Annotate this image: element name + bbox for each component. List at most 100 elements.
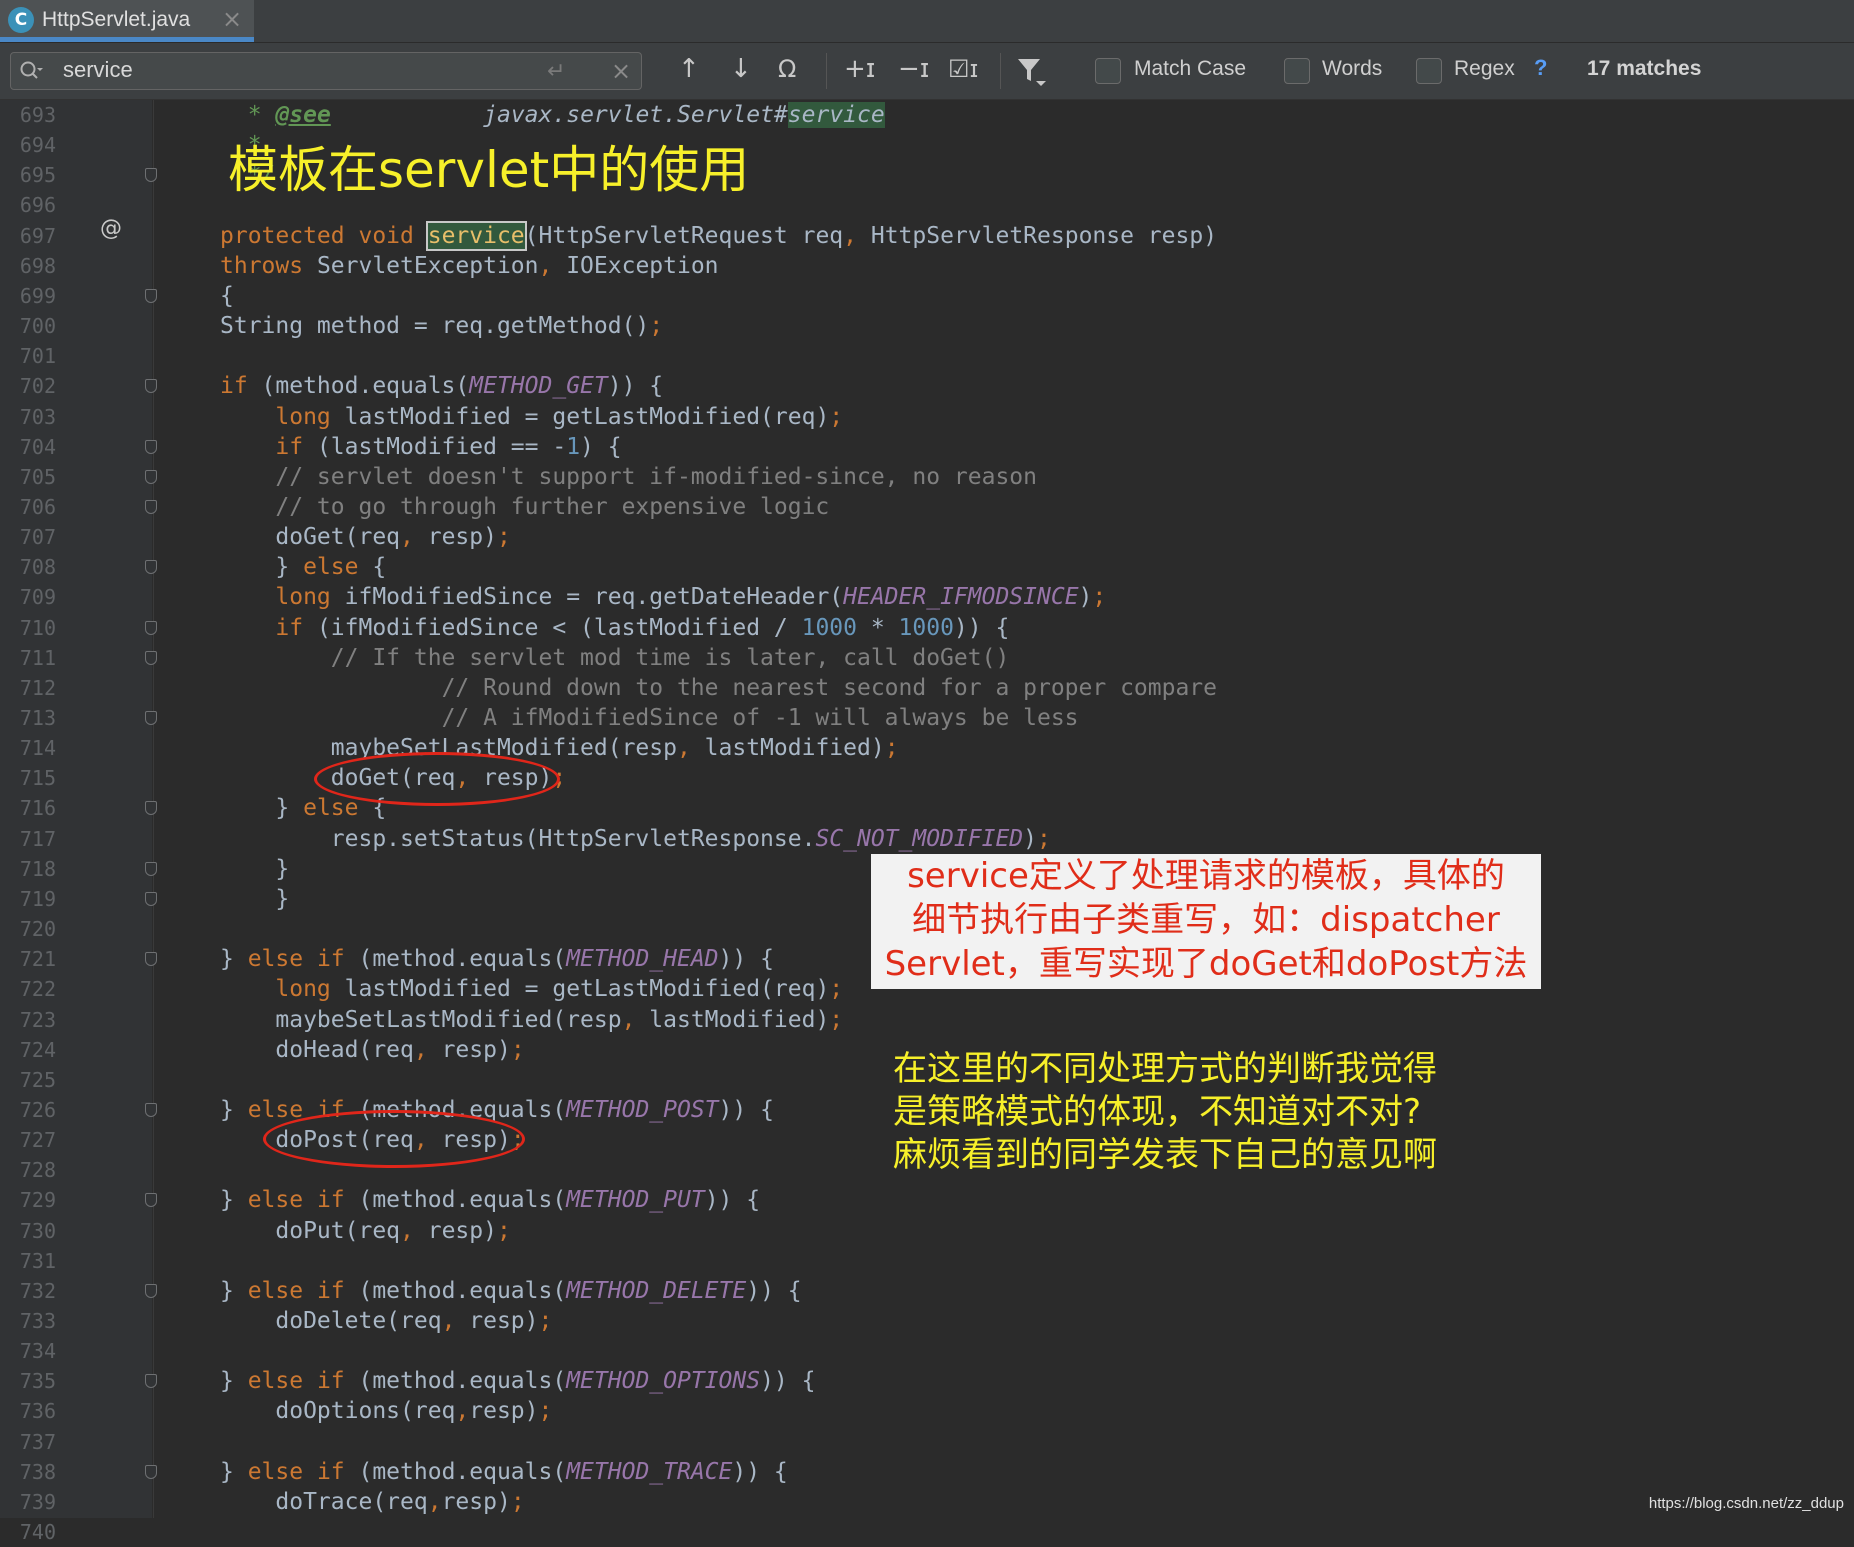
line-number[interactable]: 728 <box>12 1155 56 1185</box>
fold-marker-icon[interactable] <box>145 499 157 514</box>
code-line[interactable]: // A ifModifiedSince of -1 will always b… <box>220 703 1079 733</box>
close-tab-icon[interactable]: × <box>222 5 242 33</box>
line-number[interactable]: 729 <box>12 1185 56 1215</box>
line-number[interactable]: 699 <box>12 281 56 311</box>
fold-marker-icon[interactable] <box>145 952 157 967</box>
words-checkbox[interactable] <box>1284 58 1310 84</box>
fold-marker-icon[interactable] <box>145 801 157 816</box>
fold-marker-icon[interactable] <box>145 560 157 575</box>
code-line[interactable]: doGet(req, resp); <box>220 522 510 552</box>
line-number[interactable]: 721 <box>12 944 56 974</box>
code-line[interactable]: doTrace(req,resp); <box>220 1487 524 1517</box>
line-number[interactable]: 709 <box>12 582 56 612</box>
clear-search-icon[interactable]: × <box>611 57 631 85</box>
line-number[interactable]: 715 <box>12 763 56 793</box>
code-line[interactable]: protected void service(HttpServletReques… <box>220 220 1217 251</box>
line-number[interactable]: 717 <box>12 824 56 854</box>
line-number[interactable]: 718 <box>12 854 56 884</box>
fold-marker-icon[interactable] <box>145 288 157 303</box>
line-number[interactable]: 731 <box>12 1246 56 1276</box>
line-number[interactable]: 710 <box>12 613 56 643</box>
code-line[interactable]: } else if (method.equals(METHOD_HEAD)) { <box>220 944 774 974</box>
line-number[interactable]: 739 <box>12 1487 56 1517</box>
line-number[interactable]: 698 <box>12 251 56 281</box>
file-tab[interactable]: C HttpServlet.java × <box>0 0 254 42</box>
line-number[interactable]: 720 <box>12 914 56 944</box>
line-number[interactable]: 732 <box>12 1276 56 1306</box>
code-line[interactable]: throws ServletException, IOException <box>220 251 719 281</box>
code-editor[interactable]: 693 694 695 696 697 698 699 700 701 702 703 704 705 7… <box>0 100 1854 1544</box>
fold-marker-icon[interactable] <box>145 1464 157 1479</box>
line-number[interactable]: 727 <box>12 1125 56 1155</box>
code-line[interactable]: if (lastModified == -1) { <box>220 432 621 462</box>
select-all-occurrences-icon[interactable]: Ω <box>778 49 796 89</box>
code-line[interactable]: } else if (method.equals(METHOD_DELETE))… <box>220 1276 802 1306</box>
line-number[interactable]: 703 <box>12 402 56 432</box>
fold-marker-icon[interactable] <box>145 861 157 876</box>
code-line[interactable]: maybeSetLastModified(resp, lastModified)… <box>220 1005 843 1035</box>
code-line[interactable]: String method = req.getMethod(); <box>220 311 663 341</box>
line-number[interactable]: 693 <box>12 100 56 130</box>
code-line[interactable]: if (ifModifiedSince < (lastModified / 10… <box>220 613 1009 643</box>
line-number[interactable]: 737 <box>12 1427 56 1457</box>
line-number[interactable]: 736 <box>12 1396 56 1426</box>
line-number[interactable]: 702 <box>12 371 56 401</box>
code-line[interactable]: long lastModified = getLastModified(req)… <box>220 402 843 432</box>
code-line[interactable]: { <box>220 281 234 311</box>
code-line[interactable]: } <box>220 854 289 884</box>
line-number[interactable]: 740 <box>12 1517 56 1547</box>
line-number[interactable]: 705 <box>12 462 56 492</box>
fold-marker-icon[interactable] <box>145 469 157 484</box>
line-number[interactable]: 714 <box>12 733 56 763</box>
line-number[interactable]: 706 <box>12 492 56 522</box>
line-number[interactable]: 725 <box>12 1065 56 1095</box>
line-number-gutter[interactable]: 693 694 695 696 697 698 699 700 701 702 703 704 705 7… <box>0 100 152 1544</box>
line-number[interactable]: 735 <box>12 1366 56 1396</box>
search-icon[interactable] <box>19 60 43 82</box>
line-number[interactable]: 723 <box>12 1005 56 1035</box>
fold-marker-icon[interactable] <box>145 439 157 454</box>
line-number[interactable]: 713 <box>12 703 56 733</box>
next-occurrence-icon[interactable]: ↓ <box>730 49 752 89</box>
line-number[interactable]: 704 <box>12 432 56 462</box>
fold-marker-icon[interactable] <box>145 650 157 665</box>
override-marker-icon[interactable]: @ <box>100 216 122 241</box>
line-number[interactable]: 694 <box>12 130 56 160</box>
code-line[interactable]: resp.setStatus(HttpServletResponse.SC_NO… <box>220 824 1051 854</box>
fold-marker-icon[interactable] <box>145 711 157 725</box>
match-case-checkbox[interactable] <box>1095 58 1121 84</box>
line-number[interactable]: 711 <box>12 643 56 673</box>
code-line[interactable]: doPut(req, resp); <box>220 1216 510 1246</box>
line-number[interactable]: 726 <box>12 1095 56 1125</box>
code-line[interactable]: doHead(req, resp); <box>220 1035 524 1065</box>
filter-icon[interactable] <box>1016 57 1050 87</box>
previous-occurrence-icon[interactable]: ↑ <box>678 49 700 89</box>
fold-marker-icon[interactable] <box>145 1102 157 1117</box>
code-line[interactable]: } <box>220 884 289 914</box>
line-number[interactable]: 716 <box>12 793 56 823</box>
search-input[interactable] <box>63 56 533 84</box>
code-line[interactable]: maybeSetLastModified(resp, lastModified)… <box>220 733 899 763</box>
line-number[interactable]: 722 <box>12 974 56 1004</box>
add-occurrence-icon[interactable]: +ɪ <box>844 49 875 89</box>
code-line[interactable]: long lastModified = getLastModified(req)… <box>220 974 843 1004</box>
line-number[interactable]: 733 <box>12 1306 56 1336</box>
code-line[interactable]: // servlet doesn't support if-modified-s… <box>220 462 1037 492</box>
code-line[interactable]: if (method.equals(METHOD_GET)) { <box>220 371 663 401</box>
remove-occurrence-icon[interactable]: −ɪ <box>898 49 929 89</box>
fold-marker-icon[interactable] <box>145 1193 157 1208</box>
line-number[interactable]: 701 <box>12 341 56 371</box>
line-number[interactable]: 724 <box>12 1035 56 1065</box>
line-number[interactable]: 696 <box>12 190 56 220</box>
fold-marker-icon[interactable] <box>145 379 157 394</box>
code-line[interactable]: // Round down to the nearest second for … <box>220 673 1217 703</box>
code-line[interactable]: } else if (method.equals(METHOD_TRACE)) … <box>220 1457 788 1487</box>
code-line[interactable]: * @see javax.servlet.Servlet#service <box>220 100 885 130</box>
line-number[interactable]: 730 <box>12 1216 56 1246</box>
code-line[interactable]: // If the servlet mod time is later, cal… <box>220 643 1010 673</box>
search-field[interactable]: ↵ × <box>10 52 642 90</box>
line-number[interactable]: 712 <box>12 673 56 703</box>
line-number[interactable]: 707 <box>12 522 56 552</box>
fold-marker-icon[interactable] <box>145 1283 157 1298</box>
line-number[interactable]: 719 <box>12 884 56 914</box>
